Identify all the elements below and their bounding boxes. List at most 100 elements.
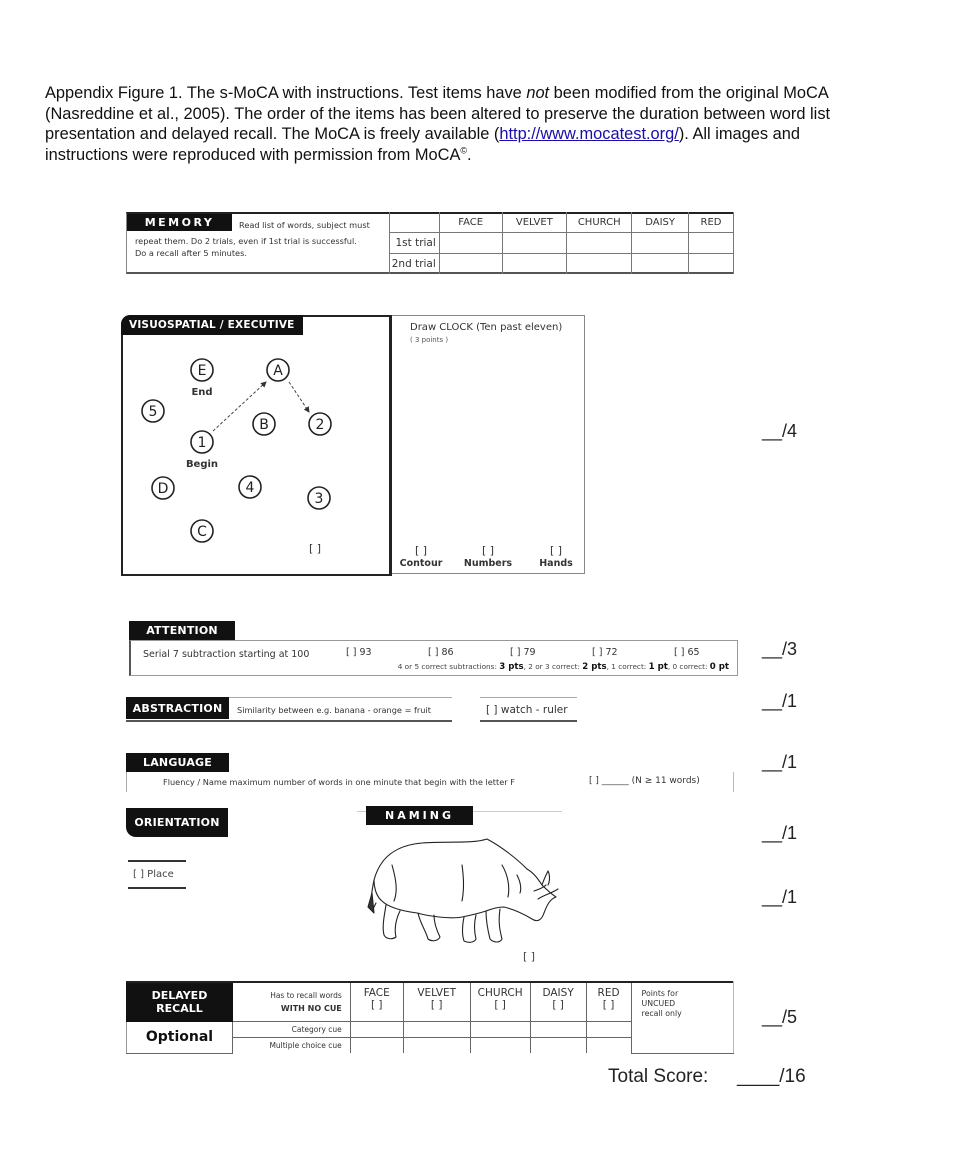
cue-cell[interactable] (469, 1036, 531, 1053)
word-header: CHURCH (566, 212, 633, 234)
orientation-score[interactable]: __/1 (762, 823, 797, 844)
clock-criterion-hands: [ ] Hands (532, 544, 580, 569)
trial-cell[interactable] (631, 252, 689, 274)
svg-text:E: E (198, 363, 207, 379)
word-header: FACE (438, 212, 503, 234)
instruction-line: repeat them. Do 2 trials, even if 1st tr… (135, 236, 357, 246)
cue-cell[interactable] (402, 1020, 471, 1038)
trial-cell[interactable] (501, 252, 568, 274)
numbers-checkbox[interactable]: [ ] (458, 544, 518, 557)
mocatest-link[interactable]: http://www.mocatest.org/ (499, 125, 678, 143)
clock-drawing-area[interactable]: Draw CLOCK (Ten past eleven) ( 3 points … (392, 315, 585, 574)
subtraction-item[interactable]: [ ] 93 (346, 647, 372, 658)
delayed-recall-score[interactable]: __/5 (762, 1007, 797, 1028)
trial-cell[interactable] (438, 232, 503, 254)
trial-cell[interactable] (687, 252, 735, 274)
caption-text: Appendix Figure 1. The s-MoCA with instr… (45, 84, 527, 102)
abstraction-item[interactable]: [ ] watch - ruler (486, 704, 568, 716)
attention-section: Serial 7 subtraction starting at 100 [ ]… (129, 640, 738, 676)
trail-node-caption: End (191, 387, 212, 398)
total-score-value[interactable]: ____/16 (737, 1066, 806, 1088)
cue-cell[interactable] (349, 1020, 404, 1038)
trail-node-5: 5 (141, 399, 165, 423)
checkbox[interactable]: [ ] (471, 999, 530, 1011)
checkbox[interactable]: [ ] (531, 999, 586, 1011)
no-cue-label: Has to recall words WITH NO CUE (231, 983, 351, 1022)
trial-label: 2nd trial (389, 252, 440, 274)
cue-cell[interactable] (529, 1020, 587, 1038)
divider (733, 772, 734, 792)
language-instruction: Fluency / Name maximum number of words i… (163, 777, 515, 787)
cue-cell[interactable] (349, 1036, 404, 1053)
empty-cell (389, 212, 440, 234)
figure-caption: Appendix Figure 1. The s-MoCA with instr… (45, 83, 835, 165)
naming-checkbox[interactable]: [ ] (523, 950, 535, 963)
visuospatial-section: VISUOSPATIAL / EXECUTIVE E End A 5 B 2 1 Begin D… (121, 315, 392, 576)
recall-word-velvet: VELVET[ ] (402, 983, 471, 1022)
svg-text:D: D (158, 481, 169, 497)
trail-arrow (288, 381, 310, 413)
abstraction-header: ABSTRACTION (126, 697, 229, 719)
contour-checkbox[interactable]: [ ] (396, 544, 446, 557)
rule-text: , 0 correct: (667, 662, 710, 671)
attention-instruction: Serial 7 subtraction starting at 100 (143, 649, 310, 660)
trial-cell[interactable] (438, 252, 503, 274)
rule-points: 1 pt (648, 662, 668, 672)
trial-cell[interactable] (566, 252, 633, 274)
trial-cell[interactable] (566, 232, 633, 254)
checkbox[interactable]: [ ] (404, 999, 470, 1011)
delayed-recall-table: DELAYED RECALL Has to recall words WITH … (126, 983, 734, 1054)
language-header: LANGUAGE (126, 753, 229, 772)
svg-text:C: C (197, 524, 207, 540)
note-line: UNCUED (641, 999, 676, 1008)
language-answer[interactable]: [ ] ______ (N ≥ 11 words) (589, 776, 700, 786)
recall-word-red: RED[ ] (585, 983, 632, 1022)
cue-cell[interactable] (469, 1020, 531, 1038)
subtraction-item[interactable]: [ ] 79 (510, 647, 536, 658)
points-note: Points for UNCUED recall only (630, 983, 734, 1054)
word: RED (597, 987, 620, 999)
cue-cell[interactable] (585, 1036, 632, 1053)
visuospatial-score[interactable]: __/4 (762, 421, 797, 442)
multiple-choice-label: Multiple choice cue (231, 1036, 351, 1053)
cue-cell[interactable] (529, 1036, 587, 1053)
subtraction-item[interactable]: [ ] 72 (592, 647, 618, 658)
trail-node-b: B (252, 412, 276, 436)
label-line: WITH NO CUE (280, 1003, 342, 1013)
memory-instruction: Read list of words, subject must (239, 220, 370, 230)
trail-node-2: 2 (308, 412, 332, 436)
attention-score[interactable]: __/3 (762, 639, 797, 660)
checkbox[interactable]: [ ] (587, 999, 631, 1011)
cue-cell[interactable] (402, 1036, 471, 1053)
svg-text:1: 1 (198, 435, 207, 451)
instruction-line: Do a recall after 5 minutes. (135, 248, 247, 258)
optional-label: Optional (126, 1020, 233, 1054)
no-cue-row: DELAYED RECALL Has to recall words WITH … (126, 983, 734, 1054)
trail-node-1: 1 Begin (186, 430, 218, 470)
orientation-place-item[interactable]: [ ] Place (133, 869, 174, 880)
svg-text:5: 5 (149, 404, 158, 420)
clock-criterion-numbers: [ ] Numbers (458, 544, 518, 569)
trial-cell[interactable] (631, 232, 689, 254)
cue-cell[interactable] (585, 1020, 632, 1038)
language-section: Fluency / Name maximum number of words i… (126, 772, 734, 792)
subtraction-item[interactable]: [ ] 86 (428, 647, 454, 658)
rule-text: , 1 correct: (606, 662, 649, 671)
category-cue-label: Category cue (231, 1020, 351, 1038)
label-line: Has to recall words (270, 990, 342, 1000)
language-score[interactable]: __/1 (762, 752, 797, 773)
word: DAISY (542, 987, 574, 999)
abstraction-underline (126, 720, 452, 722)
trial-cell[interactable] (687, 232, 735, 254)
criterion-label: Contour (399, 558, 443, 569)
word: CHURCH (477, 987, 523, 999)
trail-checkbox[interactable]: [ ] (309, 542, 321, 555)
trial-cell[interactable] (501, 232, 568, 254)
abstraction-score[interactable]: __/1 (762, 691, 797, 712)
subtraction-item[interactable]: [ ] 65 (674, 647, 700, 658)
criterion-label: Numbers (463, 558, 513, 569)
trial-row: 1st trial (389, 232, 735, 254)
hands-checkbox[interactable]: [ ] (532, 544, 580, 557)
checkbox[interactable]: [ ] (351, 999, 403, 1011)
naming-score[interactable]: __/1 (762, 887, 797, 908)
